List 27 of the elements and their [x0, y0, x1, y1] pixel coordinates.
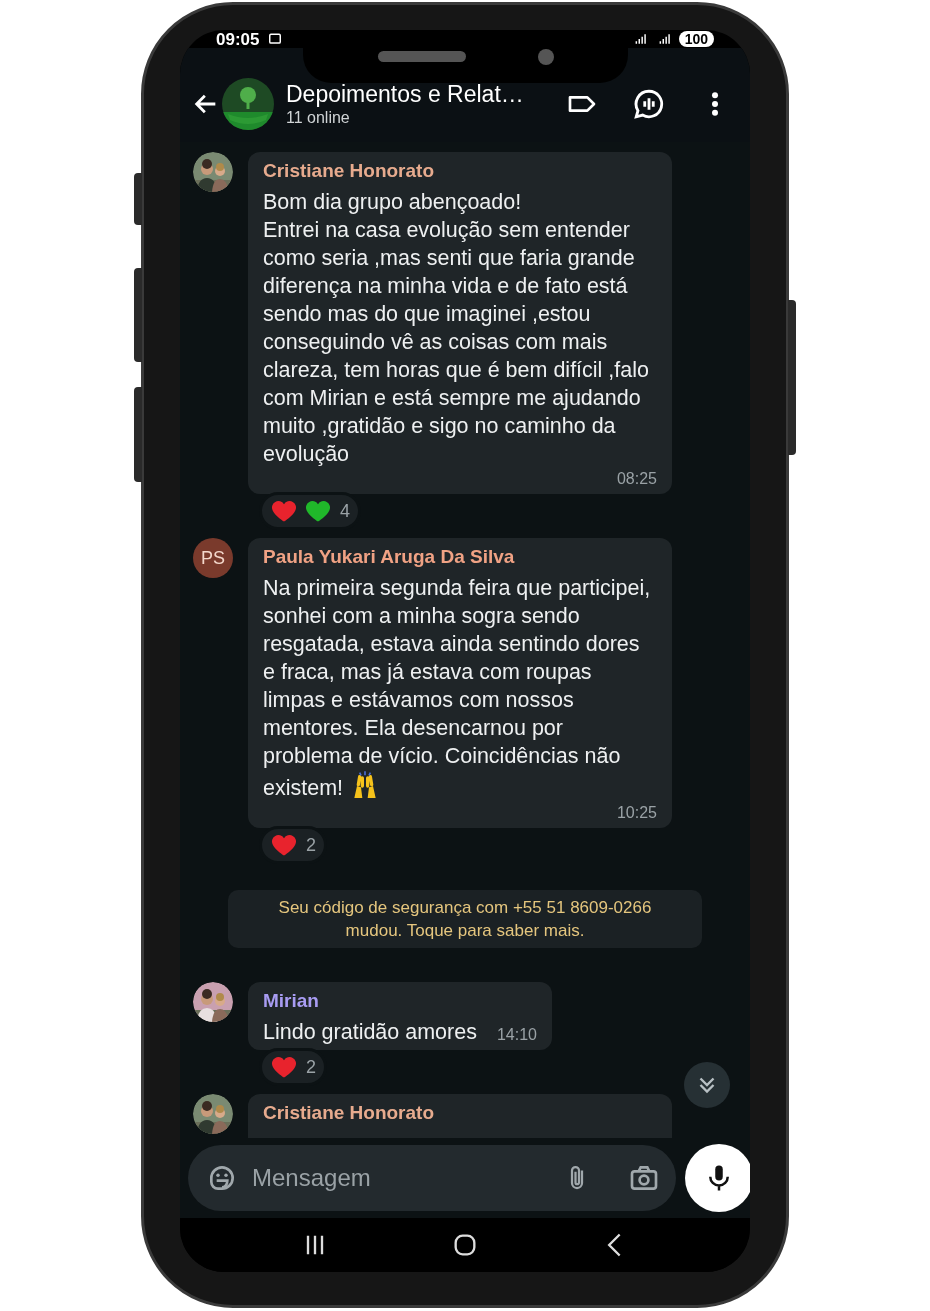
message-time: 08:25 — [616, 469, 657, 489]
message-time: 14:10 — [496, 1025, 537, 1045]
reaction-pill[interactable]: 2 — [259, 826, 327, 864]
reaction-count: 2 — [306, 833, 316, 857]
avatar: PS — [193, 538, 233, 578]
chat-title[interactable]: Depoimentos e Relat… — [286, 80, 566, 108]
message-time: 10:25 — [616, 803, 657, 823]
chat-subtitle: 11 online — [286, 108, 351, 128]
sender-name[interactable]: Cristiane Honorato — [263, 1100, 657, 1126]
reaction-count: 2 — [306, 1055, 316, 1079]
message-text: Lindo gratidão amores — [263, 1019, 477, 1046]
sender-name[interactable]: Paula Yukari Aruga Da Silva — [263, 544, 657, 570]
voice-chat-icon[interactable] — [632, 87, 666, 121]
message-text: Na primeira segunda feira que participei, sonhei com a minha sogra sendo resgatada, estava ainda sentindo dores e fraca, mas já estava com roupas limpas e estávamos com nossos mentores. Ela desencarnou por problema de vício. Coincidências não existem! — [263, 575, 652, 802]
scroll-down-button[interactable] — [684, 1062, 730, 1108]
screenshot-icon — [267, 32, 284, 46]
security-notice[interactable]: Seu código de segurança com +55 51 8609-0266 mudou. Toque para saber mais. — [228, 890, 702, 948]
battery-level: 100 — [678, 31, 714, 47]
camera-lens — [537, 48, 554, 65]
status-time: 09:05 — [216, 30, 260, 48]
message-text: Bom dia grupo abençoado! Entrei na casa evolução sem entender como seria ,mas senti que faria grande diferença na minha vida e de fato está sendo mas do que imaginei ,estou conseguindo vê as coisas com mais clareza, tem horas que é bem difícil ,falo com Mirian e está sempre me ajudando muito ,gratidão e sigo no caminho da evolução — [263, 189, 650, 468]
message-field[interactable]: Mensagem — [188, 1145, 676, 1211]
reaction-pill[interactable]: 2 — [259, 1048, 327, 1086]
reaction-count: 4 — [340, 499, 350, 523]
sender-name[interactable]: Mirian — [263, 988, 537, 1014]
sender-name[interactable]: Cristiane Honorato — [263, 158, 657, 184]
reaction-pill[interactable]: 4 — [259, 492, 361, 530]
